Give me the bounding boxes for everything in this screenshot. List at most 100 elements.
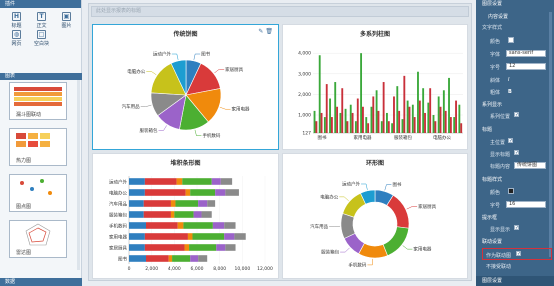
x-tick-label: 图书 [318,134,327,141]
font-color-swatch[interactable] [508,37,514,43]
stacked-bar-chart-card[interactable]: 堆积条形图 0 2,000 4,000 6,000 8,000 10,000 12,000 运… [92,153,279,279]
chart-thumbnail-list: 漏斗图联动 热力图 图点图 雷达图 [9,82,71,266]
bold-toggle[interactable]: B [508,89,512,95]
series-position-checkbox[interactable]: ✓ [514,112,519,118]
x-tick-label: 2,000 [145,266,158,272]
thumb-heatmap[interactable]: 热力图 [9,128,67,166]
thumb-funnel-link[interactable]: 漏斗图联动 [9,82,67,120]
thumb-caption: 图点图 [16,204,32,210]
label-line [219,106,231,110]
stacked-bar-segment [182,178,212,185]
delete-icon[interactable]: 🗑 [265,28,273,35]
blank-block-icon: □ [37,30,46,39]
italic-label: 斜体 [490,78,501,84]
tool-blank[interactable]: □ 空白块 [29,29,54,47]
bar [315,121,318,133]
bar [330,117,333,133]
bar [408,106,411,133]
x-tick-label: 12,000 [257,266,273,272]
thumb-radar[interactable]: 雷达图 [9,220,67,258]
italic-toggle[interactable]: I [508,77,509,83]
pie-chart-card[interactable]: 传统饼图 ✎ 🗑 图书 家居厨具 家用电器 手机数码 服装箱包 汽车用品 电脑办公 运动户外 [92,24,279,150]
bar [449,117,452,133]
y-tick-label: 图书 [118,256,127,263]
label-line [146,71,157,75]
bar [429,88,432,133]
tool-webpage[interactable]: ◍ 网页 [4,29,29,47]
stacked-bar-segment [224,222,236,229]
font-select[interactable]: sans-serif [506,50,546,57]
title-size-input[interactable]: 16 [506,201,546,208]
thumb-caption: 雷达图 [16,250,32,256]
tool-text[interactable]: T 正文 [29,11,54,29]
right-scrollbar[interactable] [549,12,552,257]
label-line [340,247,350,253]
title-content-input[interactable]: 传统饼图 [514,162,546,169]
stacked-bar-segment [129,200,144,207]
bar [418,100,421,133]
stacked-bar-segment [190,189,216,196]
label-line [402,245,413,250]
bar [401,119,404,133]
bar [325,84,328,133]
bar [370,106,373,133]
x-tick-label: 4,000 [168,266,181,272]
donut-chart: 图书家居厨具家用电器手机数码 服装箱包 汽车用品 电脑办公运动户外 [310,180,437,268]
stacked-bar-segment [225,244,236,251]
tooltip-show-checkbox[interactable]: ✓ [514,225,519,231]
bar [434,121,437,133]
layer-settings-header[interactable]: 图层设置 [476,0,554,8]
report-title-bar[interactable]: 此处显示报表的标题 [91,6,469,17]
title-position-checkbox[interactable]: ✓ [508,138,513,144]
bar [356,98,359,133]
slice-label: 家用电器 [232,106,250,113]
x-tick-label: 家用电器 [354,134,372,141]
bar [323,117,326,133]
stacked-bar-segment [146,222,178,229]
tool-label: 图片 [61,23,72,29]
y-tick-label: 4,000 [298,51,311,57]
bar [334,82,337,133]
slice-label: 运动户外 [342,180,360,187]
thumb-caption: 热力图 [16,158,32,164]
title-style-label: 标题样式 [482,177,503,183]
stacked-bar-segment [129,189,145,196]
stacked-bar-segment [215,189,226,196]
heading-icon: H [12,12,21,21]
stacked-bar-segment [144,189,186,196]
chart-section-header: 图表 [0,73,82,80]
tool-title[interactable]: H 标题 [4,11,29,29]
left-scrollbar[interactable] [77,80,80,270]
tooltip-show-label: 显示显示 [490,227,511,233]
image-icon: ▣ [62,12,71,21]
multi-bar-chart-card[interactable]: 多系列柱图 4,000 3,000 2,000 1,000 127 图书 家用电器 服装箱包 电… [282,24,468,150]
thumb-scatter[interactable]: 图点图 [9,174,67,212]
layer-settings-footer[interactable]: 图层设置 [476,276,554,286]
stacked-bar-segment [144,244,185,251]
edit-icon[interactable]: ✎ [258,28,263,35]
slice-label: 运动户外 [153,51,171,58]
thumb-caption: 漏斗图联动 [16,112,42,118]
right-properties-panel: 图层设置 内容设置 文字样式 颜色 字体 sans-serif 字号 12 斜体… [476,0,554,286]
stacked-bar-segment [201,211,212,218]
content-settings-tab[interactable]: 内容设置 [480,14,508,21]
font-label: 字体 [490,52,501,58]
stacked-bar-segment [129,233,145,240]
tool-image[interactable]: ▣ 图片 [54,11,79,29]
stacked-bar-segment [198,255,208,262]
y-tick-label: 2,000 [298,92,311,98]
stacked-bar-segment [198,200,208,207]
data-panel-header[interactable]: 数据 [0,278,82,286]
stacked-bar-segment [216,244,226,251]
bar [320,112,323,133]
donut-chart-card[interactable]: 环形图 图书 家居厨具 家用电器 手机数码 服装箱包 汽车用品 电脑办公 运动户外 [282,153,468,279]
show-title-checkbox[interactable]: ✓ [514,150,519,156]
globe-icon: ◍ [12,30,21,39]
title-color-swatch[interactable] [508,188,514,194]
bar [351,112,354,133]
font-size-input[interactable]: 12 [506,63,546,70]
slice-label: 手机数码 [202,132,220,139]
x-tick-label: 8,000 [213,266,226,272]
stacked-bar-segment [144,178,177,185]
bar [406,100,409,133]
